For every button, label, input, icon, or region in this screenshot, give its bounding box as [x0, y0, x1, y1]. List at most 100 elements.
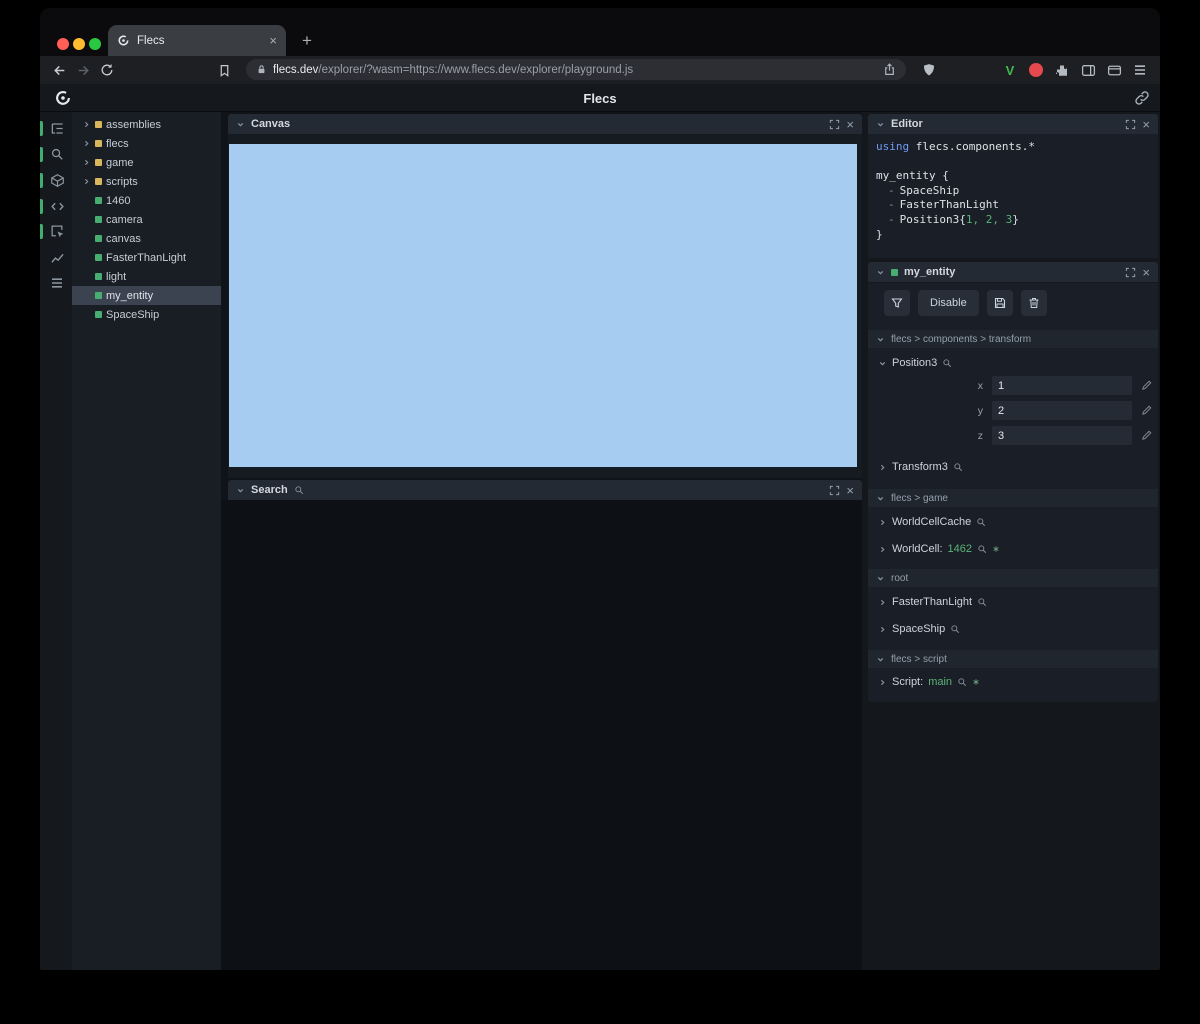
- tree-item-camera[interactable]: camera: [72, 210, 221, 229]
- extensions-puzzle-button[interactable]: [1051, 59, 1073, 81]
- component-row-position3[interactable]: Position3: [878, 354, 1150, 372]
- close-icon[interactable]: ×: [846, 484, 854, 497]
- browser-tab[interactable]: Flecs ×: [108, 25, 286, 56]
- close-icon[interactable]: ×: [846, 118, 854, 131]
- extension-v-button[interactable]: V: [999, 59, 1021, 81]
- collapse-chevron-icon[interactable]: [876, 120, 885, 129]
- tree-item-scripts[interactable]: scripts: [72, 172, 221, 191]
- tree-item-game[interactable]: game: [72, 153, 221, 172]
- position3-x-input[interactable]: [992, 376, 1132, 395]
- url-text: flecs.dev/explorer/?wasm=https://www.fle…: [273, 63, 634, 76]
- window-close-button[interactable]: [57, 38, 69, 50]
- component-row-script[interactable]: Script: main: [878, 673, 1150, 691]
- share-icon[interactable]: [883, 63, 896, 76]
- expand-icon[interactable]: [829, 485, 840, 496]
- chevron-right-icon[interactable]: [878, 678, 887, 687]
- save-button[interactable]: [986, 290, 1013, 316]
- collapse-chevron-icon[interactable]: [876, 268, 885, 277]
- canvas-panel-body: [228, 134, 862, 478]
- sidebar-toggle-button[interactable]: [1077, 59, 1099, 81]
- component-row-spaceship[interactable]: SpaceShip: [878, 620, 1150, 638]
- chevron-right-icon[interactable]: [878, 625, 887, 634]
- cube-icon: [50, 173, 65, 188]
- expand-icon[interactable]: [1125, 119, 1136, 130]
- forward-button[interactable]: [72, 59, 94, 81]
- window-minimize-button[interactable]: [73, 38, 85, 50]
- tree-item-label: canvas: [106, 232, 141, 245]
- stats-panel-toggle[interactable]: [47, 247, 67, 267]
- chevron-right-icon[interactable]: [878, 518, 887, 527]
- search-icon[interactable]: [957, 677, 967, 687]
- inspector-panel-toggle[interactable]: [47, 221, 67, 241]
- tree-item-assemblies[interactable]: assemblies: [72, 115, 221, 134]
- chevron-right-icon[interactable]: [878, 598, 887, 607]
- disable-button[interactable]: Disable: [918, 290, 979, 316]
- search-icon[interactable]: [977, 597, 987, 607]
- pencil-icon[interactable]: [1141, 380, 1152, 391]
- expand-icon[interactable]: [829, 119, 840, 130]
- search-icon[interactable]: [953, 462, 963, 472]
- delete-button[interactable]: [1020, 290, 1047, 316]
- lock-icon: [256, 64, 267, 75]
- chevron-right-icon[interactable]: [82, 120, 91, 129]
- component-row-fasterthanlight[interactable]: FasterThanLight: [878, 593, 1150, 611]
- filter-button[interactable]: [884, 290, 910, 316]
- chevron-right-icon[interactable]: [82, 177, 91, 186]
- search-icon[interactable]: [977, 544, 987, 554]
- window-zoom-button[interactable]: [89, 38, 101, 50]
- chevron-right-icon[interactable]: [878, 545, 887, 554]
- wallet-button[interactable]: [1103, 59, 1125, 81]
- position3-y-input[interactable]: [992, 401, 1132, 420]
- chevron-down-icon[interactable]: [878, 359, 887, 368]
- search-panel-toggle[interactable]: [47, 144, 67, 164]
- tree-item-1460[interactable]: 1460: [72, 191, 221, 210]
- favicon-flecs-logo-icon: [117, 34, 130, 47]
- tree-item-light[interactable]: light: [72, 267, 221, 286]
- url-bar[interactable]: flecs.dev/explorer/?wasm=https://www.fle…: [246, 59, 906, 80]
- field-row-z: z: [868, 426, 1158, 446]
- menu-button[interactable]: [1129, 59, 1151, 81]
- collapse-chevron-icon[interactable]: [236, 486, 245, 495]
- tree-item-fasterthanlight[interactable]: FasterThanLight: [72, 248, 221, 267]
- bookmark-icon[interactable]: [213, 59, 235, 81]
- tree-item-flecs[interactable]: flecs: [72, 134, 221, 153]
- expand-icon[interactable]: [1125, 267, 1136, 278]
- section-header-game[interactable]: flecs > game: [868, 489, 1158, 507]
- close-icon[interactable]: ×: [1142, 118, 1150, 131]
- tree-item-my-entity-selected[interactable]: my_entity: [72, 286, 221, 305]
- editor-panel-toggle[interactable]: [47, 196, 67, 216]
- reload-button[interactable]: [96, 59, 118, 81]
- queries-panel-toggle[interactable]: [47, 273, 67, 293]
- position3-z-input[interactable]: [992, 426, 1132, 445]
- search-panel-header: Search ×: [228, 480, 862, 500]
- search-icon[interactable]: [950, 624, 960, 634]
- section-header-transform[interactable]: flecs > components > transform: [868, 330, 1158, 348]
- shield-icon[interactable]: [918, 59, 940, 81]
- pencil-icon[interactable]: [1141, 430, 1152, 441]
- pencil-icon[interactable]: [1141, 405, 1152, 416]
- link-icon[interactable]: [1134, 90, 1150, 106]
- extension-red-button[interactable]: [1025, 59, 1047, 81]
- section-header-script[interactable]: flecs > script: [868, 650, 1158, 668]
- component-row-worldcell[interactable]: WorldCell: 1462: [878, 540, 1150, 558]
- component-name: SpaceShip: [892, 623, 946, 635]
- collapse-chevron-icon[interactable]: [236, 120, 245, 129]
- search-icon[interactable]: [976, 517, 986, 527]
- new-tab-button[interactable]: +: [296, 30, 318, 52]
- section-header-root[interactable]: root: [868, 569, 1158, 587]
- code-editor[interactable]: using flecs.components.* my_entity { - Sp…: [868, 134, 1158, 258]
- component-row-worldcellcache[interactable]: WorldCellCache: [878, 513, 1150, 531]
- tree-item-spaceship[interactable]: SpaceShip: [72, 305, 221, 324]
- tree-item-canvas[interactable]: canvas: [72, 229, 221, 248]
- canvas-panel-toggle[interactable]: [47, 170, 67, 190]
- chevron-right-icon[interactable]: [878, 463, 887, 472]
- tab-close-icon[interactable]: ×: [269, 34, 277, 47]
- close-icon[interactable]: ×: [1142, 266, 1150, 279]
- chevron-right-icon[interactable]: [82, 139, 91, 148]
- chevron-right-icon[interactable]: [82, 158, 91, 167]
- back-button[interactable]: [48, 59, 70, 81]
- tree-panel-toggle[interactable]: [47, 118, 67, 138]
- component-row-transform3[interactable]: Transform3: [878, 458, 1150, 476]
- canvas-3d-viewport[interactable]: [229, 144, 857, 467]
- search-icon[interactable]: [942, 358, 952, 368]
